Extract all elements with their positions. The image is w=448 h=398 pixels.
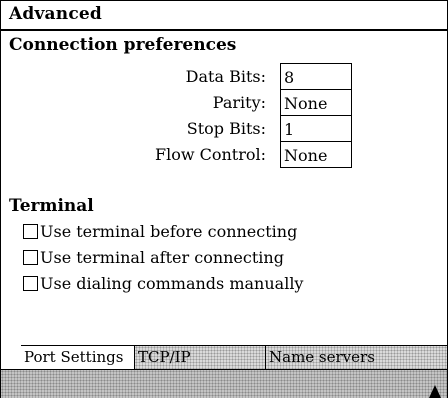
status-bar: [1, 369, 447, 398]
dialing-manual-option[interactable]: Use dialing commands manually: [23, 271, 303, 295]
tab-bar: Port Settings TCP/IP Name servers: [21, 345, 447, 370]
parity-row: Parity: None: [1, 89, 447, 118]
flow-control-row: Flow Control: None: [1, 141, 447, 170]
stop-bits-label: Stop Bits:: [186, 119, 266, 138]
dialing-manual-checkbox[interactable]: [23, 275, 38, 291]
tab-name-servers[interactable]: Name servers: [265, 346, 447, 369]
advanced-window: Advanced Connection preferences Data Bit…: [0, 0, 448, 398]
terminal-after-option[interactable]: Use terminal after connecting: [23, 245, 284, 269]
data-bits-label: Data Bits:: [185, 67, 266, 86]
stop-bits-field[interactable]: 1: [280, 115, 352, 142]
flow-control-label: Flow Control:: [154, 145, 266, 164]
dialing-manual-label: Use dialing commands manually: [40, 273, 304, 293]
flow-control-field[interactable]: None: [280, 141, 352, 168]
up-arrow-icon[interactable]: [429, 385, 441, 398]
terminal-before-option[interactable]: Use terminal before connecting: [23, 219, 297, 243]
terminal-before-checkbox[interactable]: [23, 223, 38, 239]
terminal-after-label: Use terminal after connecting: [40, 247, 284, 267]
data-bits-row: Data Bits: 8: [1, 63, 447, 92]
connection-preferences-heading: Connection preferences: [9, 35, 237, 55]
tab-tcp-ip[interactable]: TCP/IP: [135, 346, 265, 369]
window-title: Advanced: [1, 1, 447, 31]
terminal-heading: Terminal: [9, 196, 94, 216]
parity-field[interactable]: None: [280, 89, 352, 116]
terminal-after-checkbox[interactable]: [23, 249, 38, 265]
data-bits-field[interactable]: 8: [280, 63, 352, 90]
tab-port-settings[interactable]: Port Settings: [21, 346, 135, 369]
terminal-before-label: Use terminal before connecting: [40, 221, 298, 241]
stop-bits-row: Stop Bits: 1: [1, 115, 447, 144]
parity-label: Parity:: [212, 93, 266, 112]
